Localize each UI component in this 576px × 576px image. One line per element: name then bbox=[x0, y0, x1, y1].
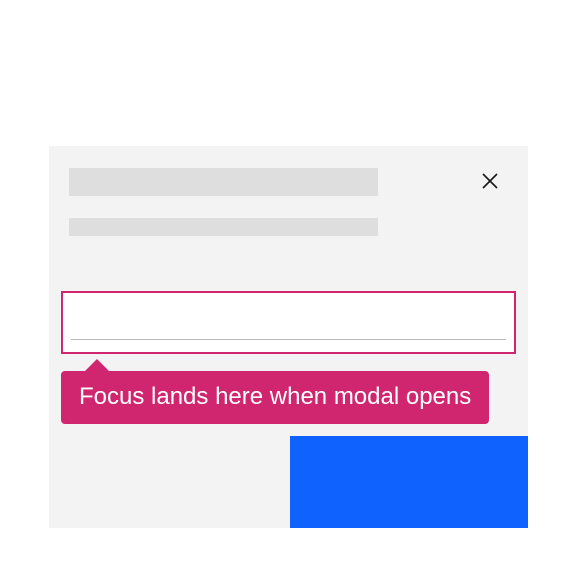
modal-primary-button[interactable] bbox=[290, 436, 528, 528]
modal-subtitle-skeleton bbox=[69, 218, 378, 236]
modal-title-skeleton bbox=[69, 168, 378, 196]
input-underline bbox=[71, 339, 506, 340]
close-icon bbox=[482, 173, 498, 192]
close-button[interactable] bbox=[478, 170, 502, 194]
modal-dialog: Focus lands here when modal opens bbox=[49, 146, 528, 528]
tooltip-text: Focus lands here when modal opens bbox=[79, 383, 471, 410]
focus-tooltip: Focus lands here when modal opens bbox=[61, 371, 489, 424]
modal-focus-input[interactable] bbox=[61, 291, 516, 354]
